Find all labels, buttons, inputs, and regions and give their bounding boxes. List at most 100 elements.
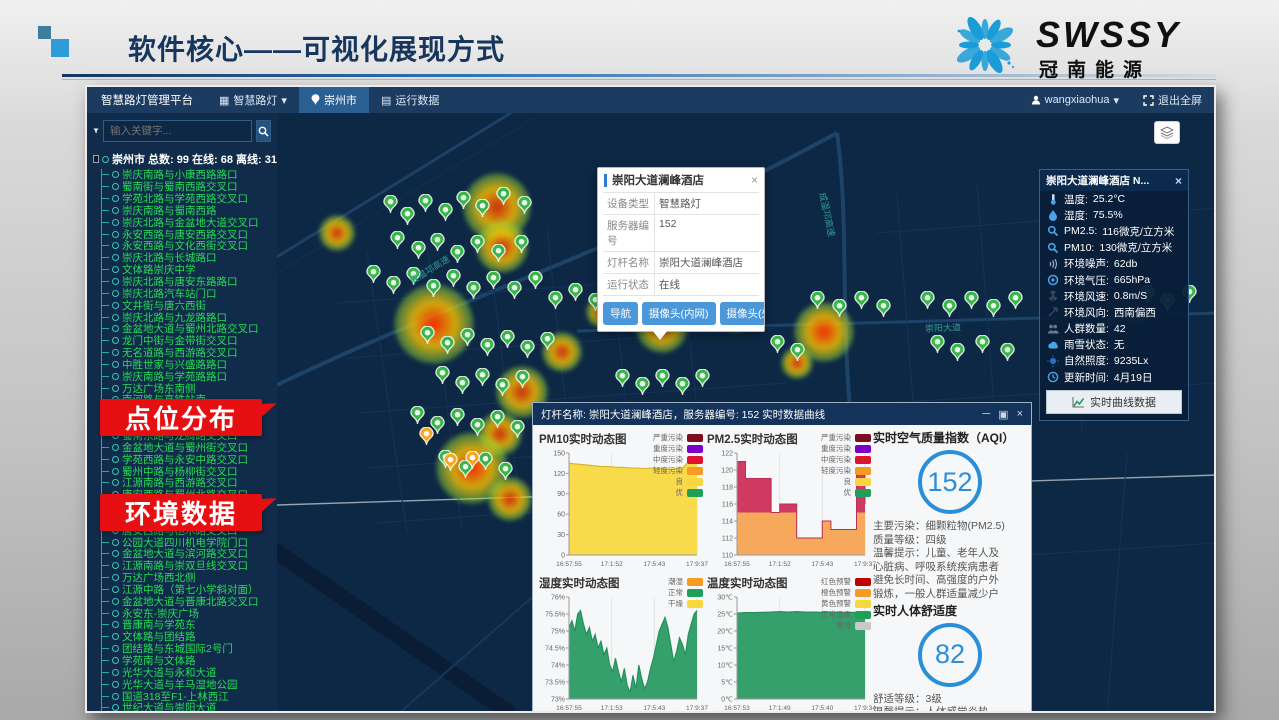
streetlight-marker-online[interactable] [491, 244, 506, 263]
popup-action-button[interactable]: 摄像头(内网) [642, 302, 716, 325]
streetlight-marker-online[interactable] [386, 276, 401, 295]
streetlight-marker-online[interactable] [500, 330, 515, 349]
streetlight-marker-online[interactable] [675, 377, 690, 396]
streetlight-marker-online[interactable] [514, 235, 529, 254]
streetlight-marker-online[interactable] [964, 291, 979, 310]
streetlight-marker-online[interactable] [438, 203, 453, 222]
streetlight-marker-online[interactable] [510, 420, 525, 439]
reading-value: 42 [1114, 323, 1126, 335]
streetlight-marker-warning[interactable] [465, 451, 480, 470]
gauge-title: 实时空气质量指数（AQI） [873, 429, 1027, 446]
streetlight-marker-online[interactable] [517, 196, 532, 215]
popup-action-button[interactable]: 导航 [603, 302, 638, 325]
streetlight-marker-online[interactable] [975, 335, 990, 354]
search-input[interactable] [103, 120, 252, 142]
nav-item-city[interactable]: 崇州市 [299, 87, 369, 113]
thermometer-icon [1047, 193, 1059, 205]
svg-text:5℃: 5℃ [721, 679, 733, 686]
environment-reading-row: PM10: 130微克/立方米 [1040, 240, 1188, 256]
streetlight-marker-online[interactable] [515, 370, 530, 389]
streetlight-marker-online[interactable] [478, 452, 493, 471]
fan-icon [1047, 290, 1059, 302]
nav-item-lamps[interactable]: ▦ 智慧路灯 ▾ [207, 87, 299, 113]
sidebar-item[interactable]: 世纪大道与崇阳大道 [102, 702, 277, 711]
streetlight-marker-online[interactable] [810, 291, 825, 310]
streetlight-marker-online[interactable] [490, 410, 505, 429]
streetlight-marker-online[interactable] [435, 366, 450, 385]
streetlight-marker-online[interactable] [568, 283, 583, 302]
streetlight-marker-online[interactable] [854, 291, 869, 310]
streetlight-marker-online[interactable] [383, 195, 398, 214]
streetlight-marker-online[interactable] [1000, 343, 1015, 362]
streetlight-marker-online[interactable] [1008, 291, 1023, 310]
user-menu[interactable]: wangxiaohua ▾ [1019, 87, 1131, 113]
streetlight-marker-online[interactable] [410, 406, 425, 425]
streetlight-marker-online[interactable] [615, 369, 630, 388]
streetlight-marker-warning[interactable] [443, 453, 458, 472]
streetlight-marker-online[interactable] [876, 299, 891, 318]
streetlight-marker-online[interactable] [460, 328, 475, 347]
streetlight-marker-online[interactable] [496, 187, 511, 206]
streetlight-marker-online[interactable] [475, 199, 490, 218]
svg-text:116: 116 [722, 501, 733, 508]
streetlight-marker-online[interactable] [832, 299, 847, 318]
nav-item-running-data[interactable]: ▤ 运行数据 [369, 87, 451, 113]
streetlight-marker-online[interactable] [507, 281, 522, 300]
close-icon[interactable]: × [1175, 174, 1182, 188]
search-button[interactable] [256, 120, 271, 142]
streetlight-marker-online[interactable] [655, 369, 670, 388]
streetlight-marker-online[interactable] [495, 378, 510, 397]
svg-text:17:5:43: 17:5:43 [643, 705, 665, 712]
streetlight-marker-online[interactable] [470, 418, 485, 437]
streetlight-marker-online[interactable] [528, 271, 543, 290]
streetlight-marker-online[interactable] [790, 343, 805, 362]
minimize-icon[interactable]: ─ [982, 408, 990, 420]
streetlight-marker-online[interactable] [635, 377, 650, 396]
restore-icon[interactable]: ▣ [998, 408, 1008, 421]
streetlight-marker-online[interactable] [450, 408, 465, 427]
streetlight-marker-online[interactable] [456, 191, 471, 210]
streetlight-marker-online[interactable] [520, 340, 535, 359]
streetlight-marker-online[interactable] [366, 265, 381, 284]
tree-collapse-icon[interactable] [93, 155, 99, 163]
lamp-node-icon [112, 207, 119, 214]
reading-value: 25.2°C [1093, 193, 1125, 205]
streetlight-marker-online[interactable] [930, 335, 945, 354]
user-icon [1031, 95, 1041, 105]
exit-fullscreen-button[interactable]: 退出全屏 [1131, 87, 1214, 113]
streetlight-marker-online[interactable] [440, 336, 455, 355]
tree-root-node[interactable]: 崇州市 总数: 99 在线: 68 离线: 31 [93, 151, 277, 167]
streetlight-marker-online[interactable] [986, 299, 1001, 318]
streetlight-marker-online[interactable] [470, 235, 485, 254]
app-brand: 智慧路灯管理平台 [87, 87, 207, 113]
streetlight-marker-online[interactable] [446, 269, 461, 288]
close-icon[interactable]: × [751, 173, 758, 187]
streetlight-marker-online[interactable] [942, 299, 957, 318]
streetlight-marker-online[interactable] [430, 233, 445, 252]
realtime-curve-button[interactable]: 实时曲线数据 [1046, 390, 1182, 414]
streetlight-marker-online[interactable] [540, 332, 555, 351]
wind-direction-icon [1047, 306, 1059, 318]
streetlight-marker-online[interactable] [950, 343, 965, 362]
close-icon[interactable]: × [1017, 408, 1023, 420]
streetlight-marker-online[interactable] [770, 335, 785, 354]
streetlight-marker-online[interactable] [420, 326, 435, 345]
streetlight-marker-online[interactable] [466, 281, 481, 300]
streetlight-marker-warning[interactable] [419, 427, 434, 446]
map-layers-button[interactable] [1154, 121, 1180, 144]
streetlight-marker-online[interactable] [475, 368, 490, 387]
popup-action-button[interactable]: 摄像头(外网) [720, 302, 765, 325]
streetlight-marker-online[interactable] [400, 207, 415, 226]
streetlight-marker-online[interactable] [498, 462, 513, 481]
streetlight-marker-online[interactable] [480, 338, 495, 357]
streetlight-marker-online[interactable] [390, 231, 405, 250]
streetlight-marker-online[interactable] [426, 279, 441, 298]
streetlight-marker-online[interactable] [920, 291, 935, 310]
streetlight-marker-online[interactable] [418, 194, 433, 213]
streetlight-marker-online[interactable] [486, 271, 501, 290]
streetlight-marker-online[interactable] [695, 369, 710, 388]
streetlight-marker-online[interactable] [455, 376, 470, 395]
streetlight-marker-online[interactable] [411, 241, 426, 260]
streetlight-marker-online[interactable] [548, 291, 563, 310]
streetlight-marker-online[interactable] [450, 245, 465, 264]
